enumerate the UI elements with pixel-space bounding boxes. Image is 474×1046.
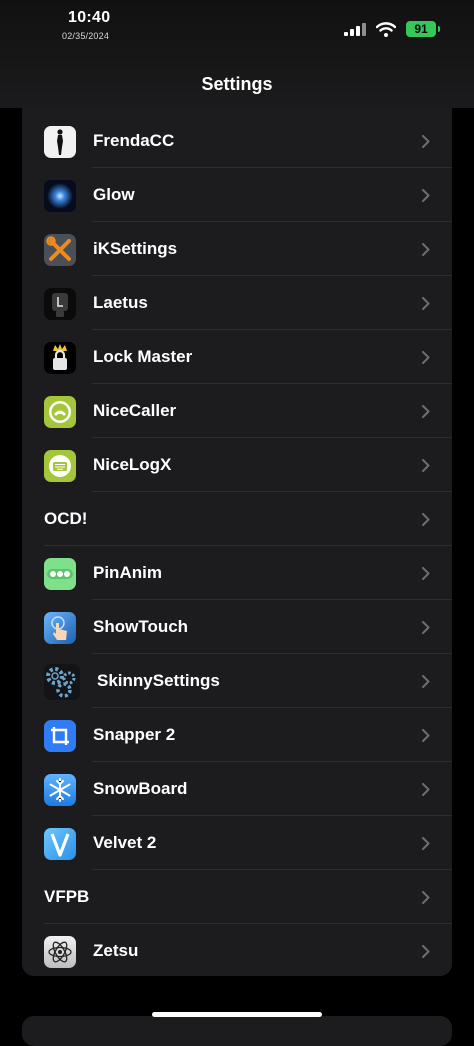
list-item-label: iKSettings bbox=[93, 239, 178, 258]
chevron-right-icon bbox=[422, 729, 430, 742]
status-indicators: 91 bbox=[344, 21, 440, 37]
chevron-right-icon bbox=[422, 783, 430, 796]
list-item-laetus[interactable]: Laetus bbox=[22, 276, 452, 330]
chevron-right-icon bbox=[422, 189, 430, 202]
crop-icon bbox=[44, 720, 76, 752]
status-time: 10:40 bbox=[68, 9, 111, 26]
settings-list: FrendaCC Glow iKSettings Laetus Lock Mas… bbox=[22, 108, 452, 976]
signal-icon bbox=[344, 22, 366, 36]
silhouette-icon bbox=[44, 126, 76, 158]
chevron-right-icon bbox=[422, 351, 430, 364]
list-item-label: SkinnySettings bbox=[97, 671, 220, 690]
snowflake-icon bbox=[44, 774, 76, 806]
list-item-label: PinAnim bbox=[93, 563, 162, 582]
chevron-right-icon bbox=[422, 567, 430, 580]
list-item-nicecaller[interactable]: NiceCaller bbox=[22, 384, 452, 438]
battery-indicator: 91 bbox=[406, 21, 440, 37]
gears-icon bbox=[44, 664, 80, 700]
list-item-snowboard[interactable]: SnowBoard bbox=[22, 762, 452, 816]
velvet-icon bbox=[44, 828, 76, 860]
list-item-label: VFPB bbox=[44, 887, 90, 906]
list-item-label: Laetus bbox=[93, 293, 148, 312]
list-item-label: Zetsu bbox=[93, 941, 139, 960]
list-item-label: NiceCaller bbox=[93, 401, 177, 420]
phone-icon bbox=[44, 396, 76, 428]
list-item-vfpb[interactable]: VFPB bbox=[22, 870, 452, 924]
list-item-snapper-2[interactable]: Snapper 2 bbox=[22, 708, 452, 762]
list-item-label: Lock Master bbox=[93, 347, 193, 366]
list-item-pinanim[interactable]: PinAnim bbox=[22, 546, 452, 600]
chevron-right-icon bbox=[422, 837, 430, 850]
wifi-icon bbox=[376, 21, 396, 37]
list-item-label: NiceLogX bbox=[93, 455, 172, 474]
chevron-right-icon bbox=[422, 621, 430, 634]
pin-dots-icon bbox=[44, 558, 76, 590]
chevron-right-icon bbox=[422, 243, 430, 256]
list-item-label: Snapper 2 bbox=[93, 725, 176, 744]
list-item-label: Velvet 2 bbox=[93, 833, 157, 852]
chevron-right-icon bbox=[422, 945, 430, 958]
list-item-zetsu[interactable]: Zetsu bbox=[22, 924, 452, 976]
atom-icon bbox=[44, 936, 76, 968]
keyboard-icon bbox=[44, 450, 76, 482]
list-item-label: Glow bbox=[93, 185, 135, 204]
list-item-glow[interactable]: Glow bbox=[22, 168, 452, 222]
list-item-label: OCD! bbox=[44, 509, 88, 528]
list-item-skinnysettings[interactable]: SkinnySettings bbox=[22, 654, 452, 708]
crown-lock-icon bbox=[44, 342, 76, 374]
chevron-right-icon bbox=[422, 891, 430, 904]
next-section-card bbox=[22, 1016, 452, 1046]
home-indicator[interactable] bbox=[152, 1012, 322, 1017]
header: 10:40 02/35/2024 91 Settings bbox=[0, 0, 474, 108]
list-item-label: ShowTouch bbox=[93, 617, 189, 636]
touch-hand-icon bbox=[44, 612, 76, 644]
list-item-iksettings[interactable]: iKSettings bbox=[22, 222, 452, 276]
list-item-showtouch[interactable]: ShowTouch bbox=[22, 600, 452, 654]
list-item-ocd[interactable]: OCD! bbox=[22, 492, 452, 546]
chevron-right-icon bbox=[422, 459, 430, 472]
list-item-label: SnowBoard bbox=[93, 779, 188, 798]
chevron-right-icon bbox=[422, 513, 430, 526]
list-item-velvet-2[interactable]: Velvet 2 bbox=[22, 816, 452, 870]
glow-orb-icon bbox=[44, 180, 76, 212]
laetus-icon bbox=[44, 288, 76, 320]
list-item-frendacc[interactable]: FrendaCC bbox=[22, 114, 452, 168]
chevron-right-icon bbox=[422, 297, 430, 310]
page-title: Settings bbox=[201, 74, 273, 94]
list-item-label: FrendaCC bbox=[93, 131, 175, 150]
list-item-nicelogx[interactable]: NiceLogX bbox=[22, 438, 452, 492]
chevron-right-icon bbox=[422, 135, 430, 148]
status-date: 02/35/2024 bbox=[62, 31, 110, 41]
tools-icon bbox=[44, 234, 76, 266]
chevron-right-icon bbox=[422, 675, 430, 688]
chevron-right-icon bbox=[422, 405, 430, 418]
list-item-lock-master[interactable]: Lock Master bbox=[22, 330, 452, 384]
